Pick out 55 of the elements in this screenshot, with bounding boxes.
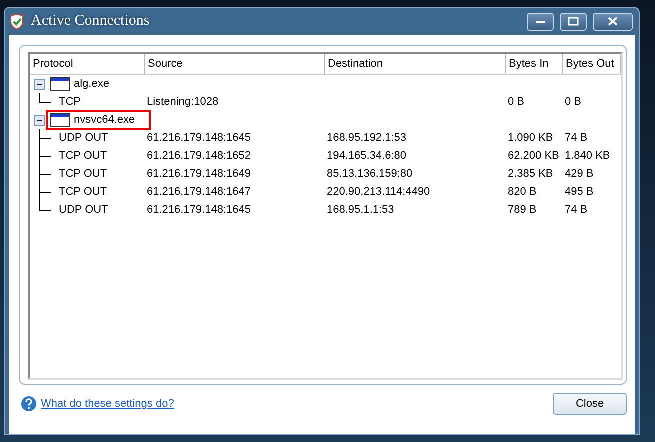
window-icon	[50, 113, 70, 127]
source-cell-text: 61.216.179.148:1645	[146, 132, 252, 144]
process-name[interactable]: nvsvc64.exe	[74, 114, 136, 126]
column-header[interactable]: Bytes Out	[563, 54, 621, 74]
maximize-button[interactable]	[560, 12, 587, 30]
protocol-cell-text: UDP OUT	[58, 132, 108, 144]
bytes-out-cell-text: 74 B	[564, 204, 589, 216]
bytes-out-cell-text: 1.840 KB	[564, 150, 612, 162]
source-cell-text: 61.216.179.148:1649	[146, 168, 252, 180]
protocol-cell-text: TCP OUT	[58, 186, 108, 198]
maximize-icon	[568, 17, 579, 26]
help-link[interactable]: What do these settings do?	[41, 398, 549, 410]
source-cell-text: 61.216.179.148:1645	[146, 204, 252, 216]
close-icon	[608, 17, 618, 26]
tree-line-icon	[39, 129, 51, 147]
column-header[interactable]: Source	[145, 54, 325, 74]
tree-line-icon	[39, 147, 51, 165]
column-header[interactable]: Protocol	[30, 54, 145, 74]
tree-line-icon	[39, 165, 51, 183]
collapse-icon[interactable]	[34, 78, 45, 90]
destination-cell-text: 220.90.213.114:4490	[326, 186, 432, 198]
window-title: Active Connections	[31, 13, 151, 30]
minimize-button[interactable]	[527, 12, 554, 30]
source-cell-text: Listening:1028	[146, 96, 220, 108]
destination-cell-text: 85.13.136.159:80	[326, 168, 414, 180]
bytes-out-cell-text: 495 B	[564, 186, 595, 198]
close-button[interactable]	[593, 12, 633, 30]
collapse-icon[interactable]	[34, 114, 45, 126]
bytes-in-cell-text: 62.200 KB	[507, 150, 560, 162]
destination-cell-text: 194.165.34.6:80	[326, 150, 408, 162]
bytes-out-cell-text: 0 B	[564, 96, 583, 108]
minimize-icon	[536, 20, 545, 23]
protocol-cell-text: TCP OUT	[58, 168, 108, 180]
process-name[interactable]: alg.exe	[74, 78, 110, 90]
help-icon[interactable]	[21, 396, 37, 412]
bytes-in-cell-text: 0 B	[507, 96, 526, 108]
column-header[interactable]: Destination	[325, 54, 506, 74]
column-header[interactable]: Bytes In	[506, 54, 563, 74]
close-dialog-button[interactable]: Close	[553, 393, 627, 415]
protocol-cell-text: TCP	[58, 96, 81, 108]
bytes-in-cell-text: 1.090 KB	[507, 132, 554, 144]
protocol-cell-text: TCP OUT	[58, 150, 108, 162]
source-cell-text: 61.216.179.148:1652	[146, 150, 252, 162]
bytes-in-cell-text: 820 B	[507, 186, 538, 198]
bytes-out-cell-text: 429 B	[564, 168, 595, 180]
tree-line-icon	[39, 93, 51, 103]
destination-cell-text: 168.95.192.1:53	[326, 132, 408, 144]
source-cell-text: 61.216.179.148:1647	[146, 186, 252, 198]
protocol-cell-text: UDP OUT	[58, 204, 108, 216]
bytes-in-cell-text: 2.385 KB	[507, 168, 554, 180]
bytes-in-cell-text: 789 B	[507, 204, 538, 216]
bytes-out-cell-text: 74 B	[564, 132, 589, 144]
window-icon	[50, 77, 70, 91]
destination-cell-text: 168.95.1.1:53	[326, 204, 396, 216]
shield-icon	[10, 14, 25, 30]
